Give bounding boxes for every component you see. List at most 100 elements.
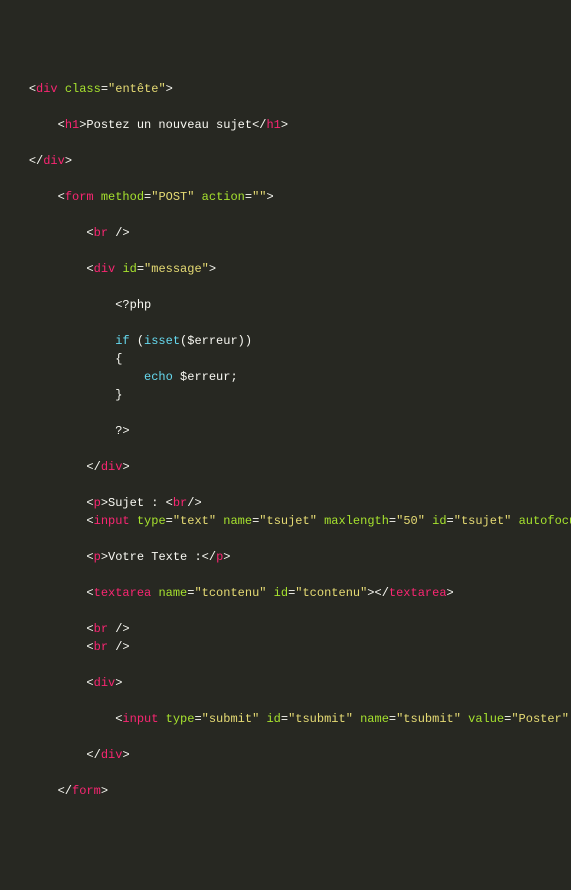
token-tag: br <box>94 622 108 636</box>
token-tag: h1 <box>266 118 280 132</box>
token-tag: h1 <box>65 118 79 132</box>
code-line[interactable] <box>0 98 571 116</box>
token-keyword: echo <box>144 370 173 384</box>
code-line[interactable]: <br /> <box>0 620 571 638</box>
code-line[interactable]: echo $erreur; <box>0 368 571 386</box>
token-attr: type <box>166 712 195 726</box>
code-line[interactable]: </div> <box>0 458 571 476</box>
code-line[interactable] <box>0 530 571 548</box>
token-text <box>108 622 115 636</box>
token-tag: form <box>72 784 101 798</box>
code-line[interactable]: </div> <box>0 746 571 764</box>
token-op: = <box>447 514 454 528</box>
token-text <box>94 190 101 204</box>
code-line[interactable]: </div> <box>0 152 571 170</box>
code-line[interactable]: <br /> <box>0 638 571 656</box>
token-func: isset <box>144 334 180 348</box>
code-line[interactable]: <div> <box>0 674 571 692</box>
token-str: "" <box>252 190 266 204</box>
code-line[interactable] <box>0 656 571 674</box>
code-line[interactable]: <br /> <box>0 224 571 242</box>
token-bracket: /> <box>115 226 129 240</box>
token-bracket: < <box>86 586 93 600</box>
token-bracket: > <box>115 676 122 690</box>
code-line[interactable]: } <box>0 386 571 404</box>
code-line[interactable]: <input type="text" name="tsujet" maxleng… <box>0 512 571 530</box>
code-line[interactable] <box>0 404 571 422</box>
token-bracket: > <box>223 550 230 564</box>
code-line[interactable]: <div id="message"> <box>0 260 571 278</box>
token-text <box>194 190 201 204</box>
token-punct: { <box>115 352 122 366</box>
code-line[interactable]: <p>Votre Texte :</p> <box>0 548 571 566</box>
token-text <box>511 514 518 528</box>
code-editor[interactable]: <div class="entête"> <h1>Postez un nouve… <box>0 80 571 800</box>
code-line[interactable]: </form> <box>0 782 571 800</box>
token-bracket: </ <box>252 118 266 132</box>
code-line[interactable] <box>0 602 571 620</box>
token-op: = <box>187 586 194 600</box>
token-keyword: if <box>115 334 129 348</box>
code-line[interactable] <box>0 278 571 296</box>
code-line[interactable] <box>0 764 571 782</box>
code-line[interactable] <box>0 692 571 710</box>
code-line[interactable]: ?> <box>0 422 571 440</box>
code-line[interactable] <box>0 440 571 458</box>
token-bracket: < <box>86 496 93 510</box>
token-bracket: < <box>86 550 93 564</box>
code-line[interactable]: <input type="submit" id="tsubmit" name="… <box>0 710 571 728</box>
code-line[interactable]: <?php <box>0 296 571 314</box>
token-str: "tcontenu" <box>295 586 367 600</box>
code-line[interactable] <box>0 566 571 584</box>
code-line[interactable]: if (isset($erreur)) <box>0 332 571 350</box>
token-bracket: < <box>86 676 93 690</box>
token-bracket: < <box>166 496 173 510</box>
code-line[interactable] <box>0 728 571 746</box>
token-tag: input <box>122 712 158 726</box>
token-attr: name <box>360 712 389 726</box>
token-text: Postez un nouveau sujet <box>86 118 252 132</box>
code-line[interactable] <box>0 242 571 260</box>
token-bracket: < <box>86 622 93 636</box>
token-attr: action <box>202 190 245 204</box>
token-tag: br <box>173 496 187 510</box>
code-line[interactable]: <p>Sujet : <br/> <box>0 494 571 512</box>
token-text <box>353 712 360 726</box>
token-str: "tsubmit" <box>288 712 353 726</box>
token-bracket: < <box>58 118 65 132</box>
token-text <box>108 640 115 654</box>
token-tag: div <box>101 748 123 762</box>
token-bracket: </ <box>58 784 72 798</box>
code-line[interactable]: <form method="POST" action=""> <box>0 188 571 206</box>
token-str: "tsujet" <box>454 514 512 528</box>
token-tag: div <box>94 262 116 276</box>
token-str: "tsujet" <box>259 514 317 528</box>
token-str: "50" <box>396 514 425 528</box>
code-line[interactable]: <div class="entête"> <box>0 80 571 98</box>
token-text <box>151 586 158 600</box>
token-attr: value <box>468 712 504 726</box>
token-text: $erreur; <box>173 370 238 384</box>
code-line[interactable]: <textarea name="tcontenu" id="tcontenu">… <box>0 584 571 602</box>
token-php-tag: <?php <box>115 298 151 312</box>
code-line[interactable] <box>0 134 571 152</box>
token-op: = <box>389 712 396 726</box>
code-line[interactable]: <h1>Postez un nouveau sujet</h1> <box>0 116 571 134</box>
code-line[interactable] <box>0 206 571 224</box>
code-line[interactable] <box>0 170 571 188</box>
code-line[interactable]: { <box>0 350 571 368</box>
token-bracket: /> <box>187 496 201 510</box>
token-bracket: < <box>86 226 93 240</box>
token-php-tag: ?> <box>115 424 129 438</box>
token-attr: id <box>122 262 136 276</box>
token-tag: textarea <box>94 586 152 600</box>
token-tag: textarea <box>389 586 447 600</box>
token-bracket: < <box>58 190 65 204</box>
token-tag: p <box>94 496 101 510</box>
token-bracket: < <box>115 712 122 726</box>
token-tag: p <box>94 550 101 564</box>
token-bracket: < <box>86 262 93 276</box>
code-line[interactable] <box>0 476 571 494</box>
token-tag: input <box>94 514 130 528</box>
code-line[interactable] <box>0 314 571 332</box>
